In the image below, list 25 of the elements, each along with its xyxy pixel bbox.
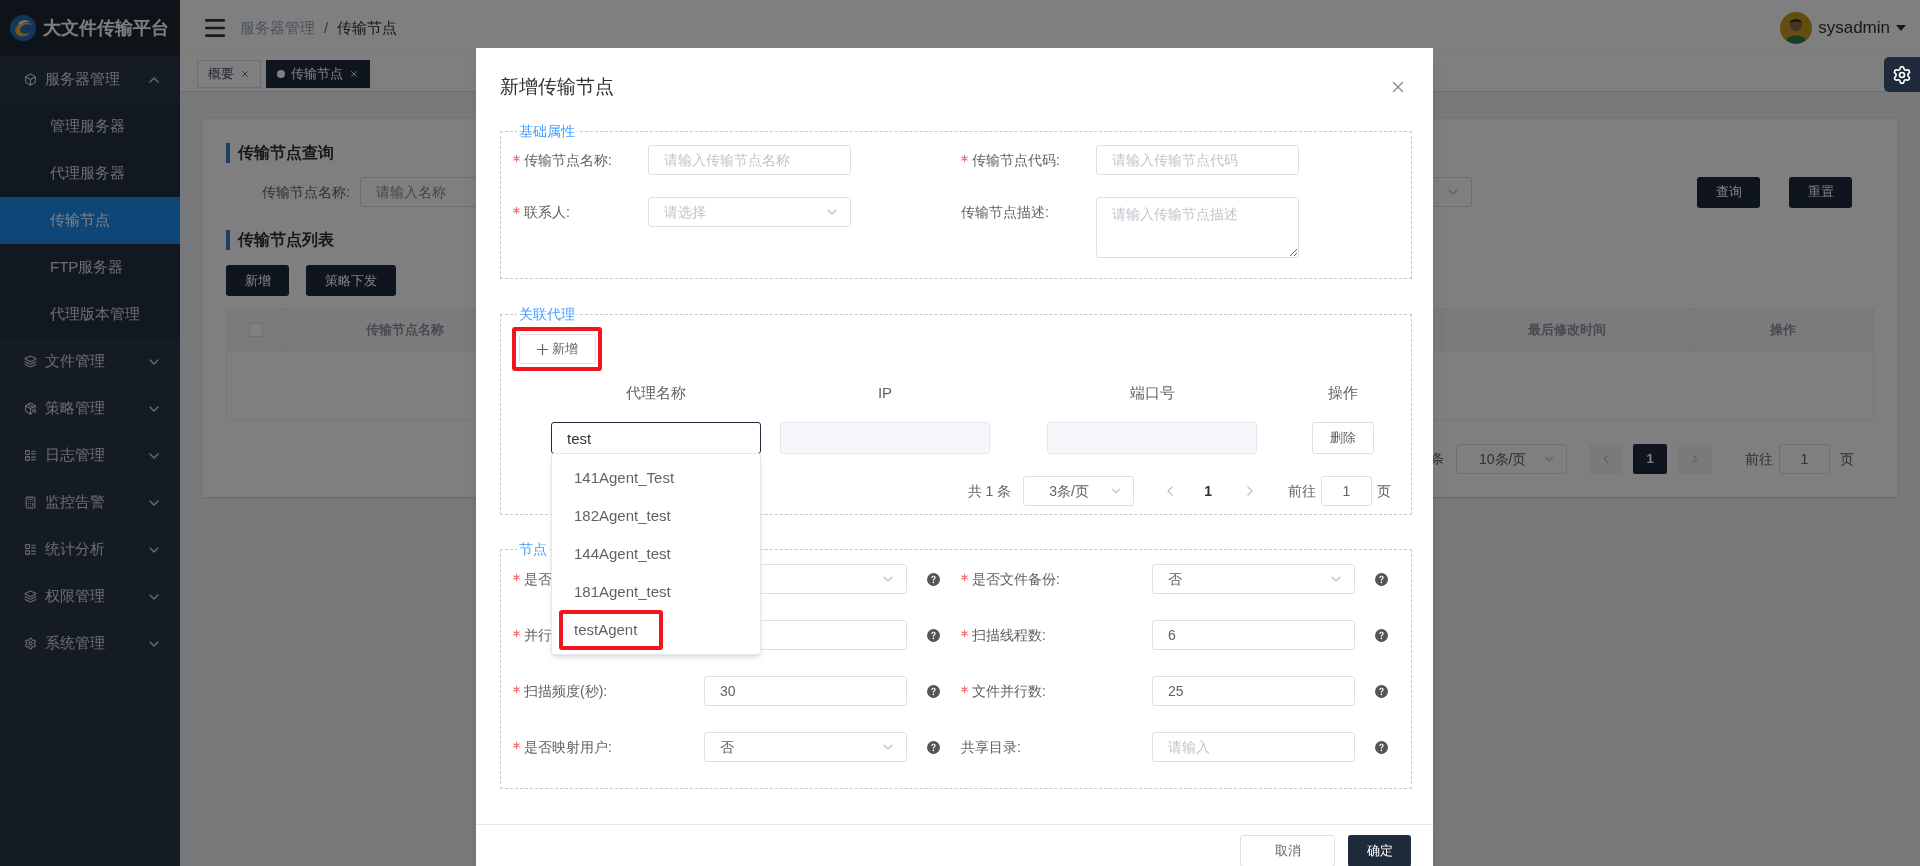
field-label: 文件并行数: [961,680,1152,702]
app-title: 大文件传输平台 [43,16,169,40]
column-header: IP [876,382,894,403]
section-legend: 关联代理 [517,304,577,324]
total-label: 共 1 条 [967,481,1012,501]
field-label: 是否文件备份: [961,568,1152,590]
section-legend: 基础属性 [517,121,577,141]
field-label: 传输节点描述: [961,202,1050,222]
column-header: 操作 [1327,382,1359,403]
page-suffix: 页 [1377,481,1391,501]
field-label: 扫描线程数: [961,624,1152,646]
goto-label: 前往 [1745,449,1773,469]
section-legend: 节点 [517,539,549,559]
page-suffix: 页 [1840,449,1854,469]
goto-label: 前往 [1288,481,1316,501]
breadcrumb-separator: / [324,17,329,38]
field-label: 共享目录: [961,737,1022,757]
dialog-title: 新增传输节点 [500,74,614,99]
column-header: 代理名称 [625,382,687,403]
total-label: 条 [1431,450,1444,469]
breadcrumb-item: 传输节点 [337,17,398,38]
field-label: 传输节点名称: [261,182,351,202]
field-label: 扫描频度(秒): [513,680,704,702]
field-label: 是否映射用户: [513,736,704,758]
column-header: 端口号 [1128,382,1176,403]
